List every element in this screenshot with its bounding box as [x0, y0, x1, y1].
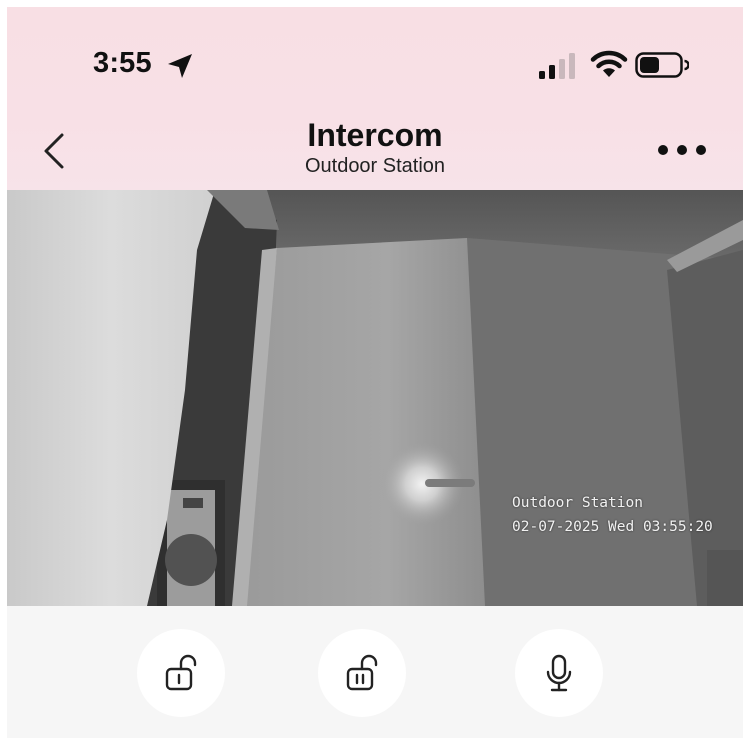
microphone-icon — [546, 654, 572, 692]
status-time: 3:55 — [93, 47, 152, 79]
unlock-button-1[interactable] — [137, 629, 225, 717]
header: 3:55 Intercom Outdoor Station — [7, 7, 743, 190]
cellular-signal-icon — [539, 53, 575, 79]
battery-icon — [635, 52, 689, 78]
video-overlay: Outdoor Station 02-07-2025 Wed 03:55:20 — [512, 491, 713, 539]
overlay-station-label: Outdoor Station — [512, 495, 643, 511]
unlock-icon — [346, 654, 378, 691]
location-arrow-icon — [168, 54, 192, 78]
more-options-icon[interactable] — [654, 137, 710, 163]
app-screen: 3:55 Intercom Outdoor Station Outdoor St… — [7, 7, 743, 738]
page-subtitle: Outdoor Station — [304, 155, 446, 177]
microphone-button[interactable] — [515, 629, 603, 717]
control-bar — [7, 606, 743, 738]
page-title: Intercom — [307, 117, 443, 153]
camera-feed[interactable]: Outdoor Station 02-07-2025 Wed 03:55:20 — [7, 190, 743, 606]
back-chevron-icon[interactable] — [40, 131, 68, 171]
unlock-icon — [165, 654, 197, 691]
unlock-button-2[interactable] — [318, 629, 406, 717]
title-block: Intercom Outdoor Station — [250, 117, 500, 178]
overlay-timestamp: 02-07-2025 Wed 03:55:20 — [512, 519, 713, 535]
camera-scene-image — [7, 190, 743, 606]
wifi-icon — [590, 50, 628, 77]
